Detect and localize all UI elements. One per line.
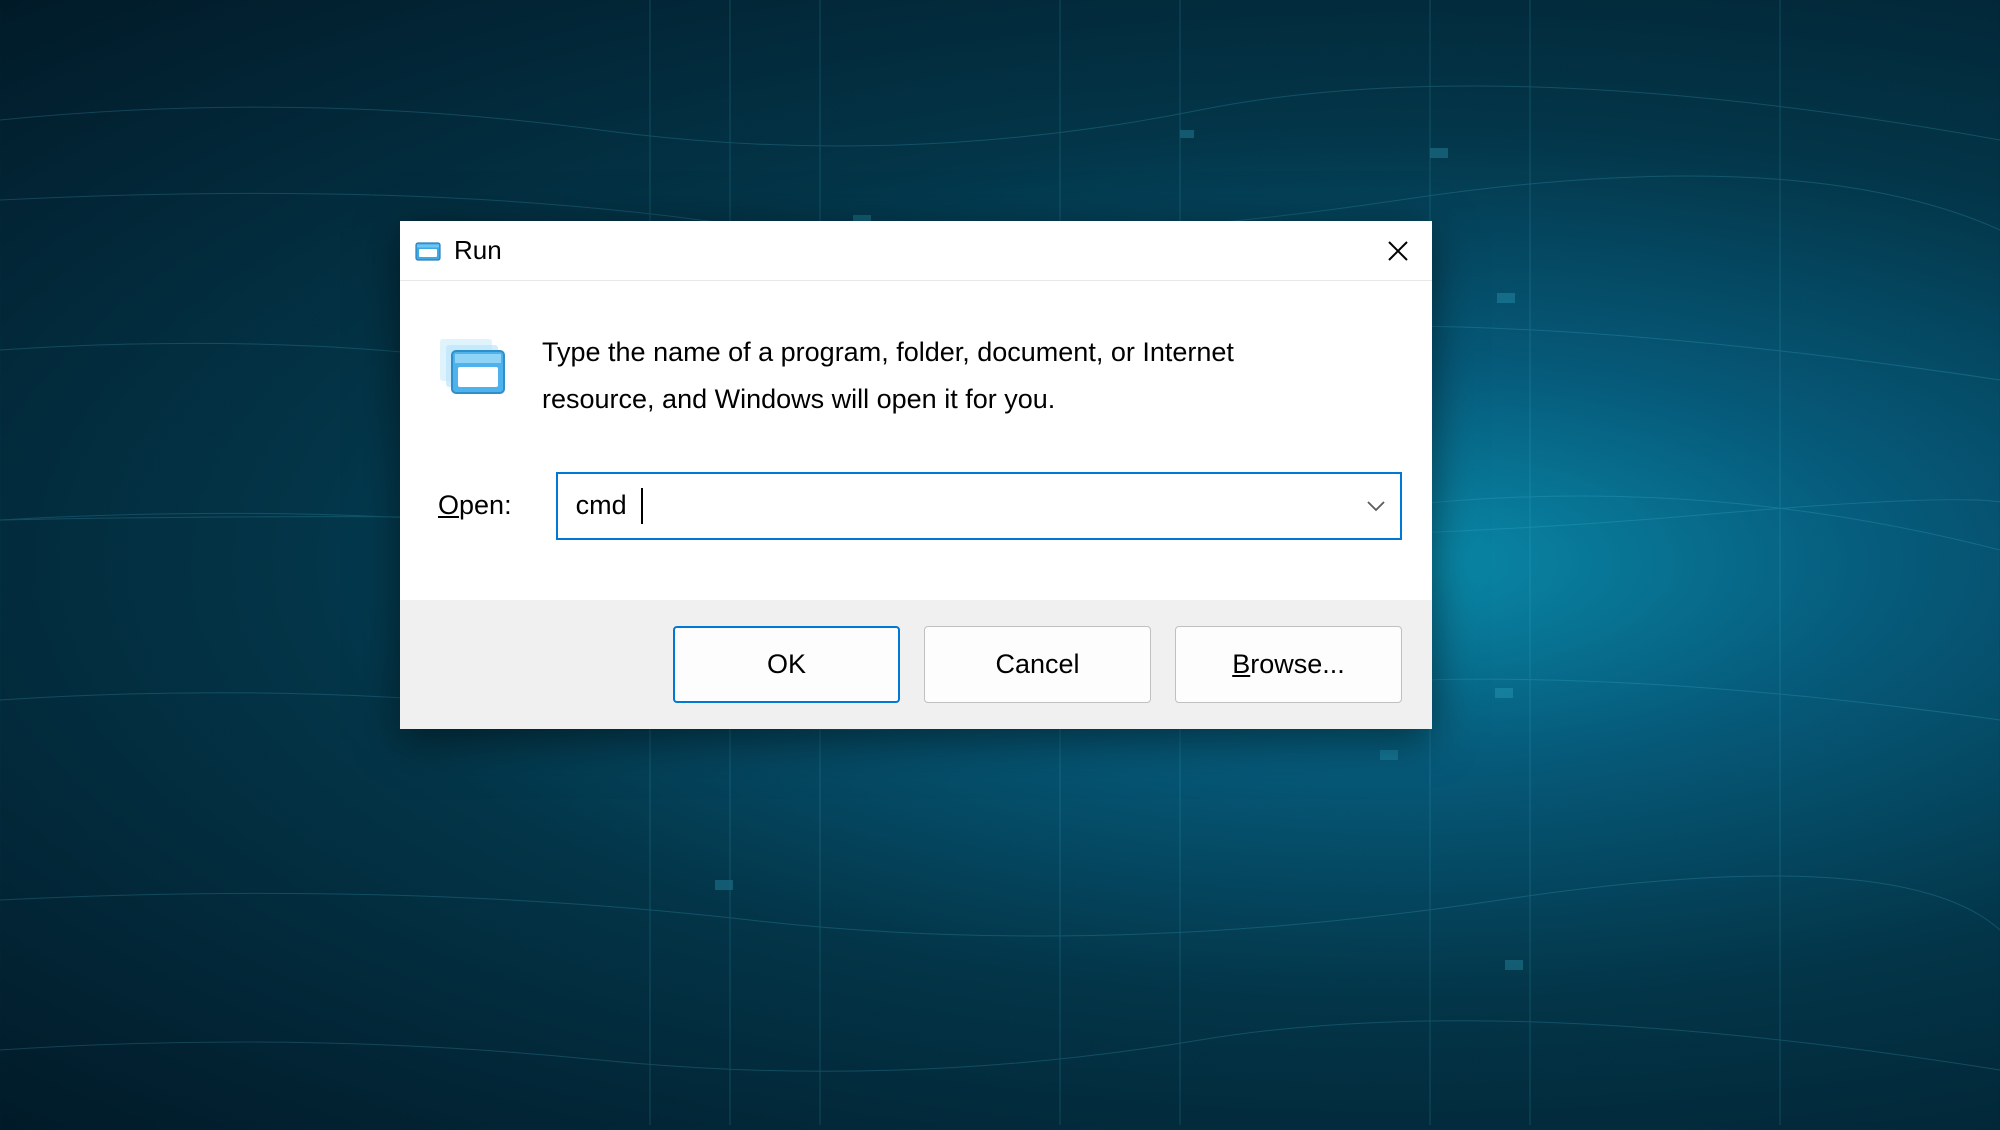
titlebar-title: Run xyxy=(454,235,1368,266)
run-dialog: Run Type the name o xyxy=(400,221,1432,729)
chevron-down-icon[interactable] xyxy=(1366,500,1386,512)
run-icon xyxy=(438,333,506,395)
open-combobox[interactable] xyxy=(556,472,1402,540)
titlebar[interactable]: Run xyxy=(400,221,1432,281)
description-text: Type the name of a program, folder, docu… xyxy=(542,329,1322,424)
run-titlebar-icon xyxy=(414,237,442,265)
text-cursor xyxy=(641,488,643,524)
close-icon xyxy=(1387,240,1409,262)
close-button[interactable] xyxy=(1368,223,1428,278)
cancel-button[interactable]: Cancel xyxy=(924,626,1151,703)
browse-button[interactable]: Browse... xyxy=(1175,626,1402,703)
open-input[interactable] xyxy=(576,490,1366,521)
ok-button[interactable]: OK xyxy=(673,626,900,703)
open-label: Open: xyxy=(438,490,512,521)
button-bar: OK Cancel Browse... xyxy=(400,600,1432,729)
dialog-body: Type the name of a program, folder, docu… xyxy=(400,281,1432,600)
